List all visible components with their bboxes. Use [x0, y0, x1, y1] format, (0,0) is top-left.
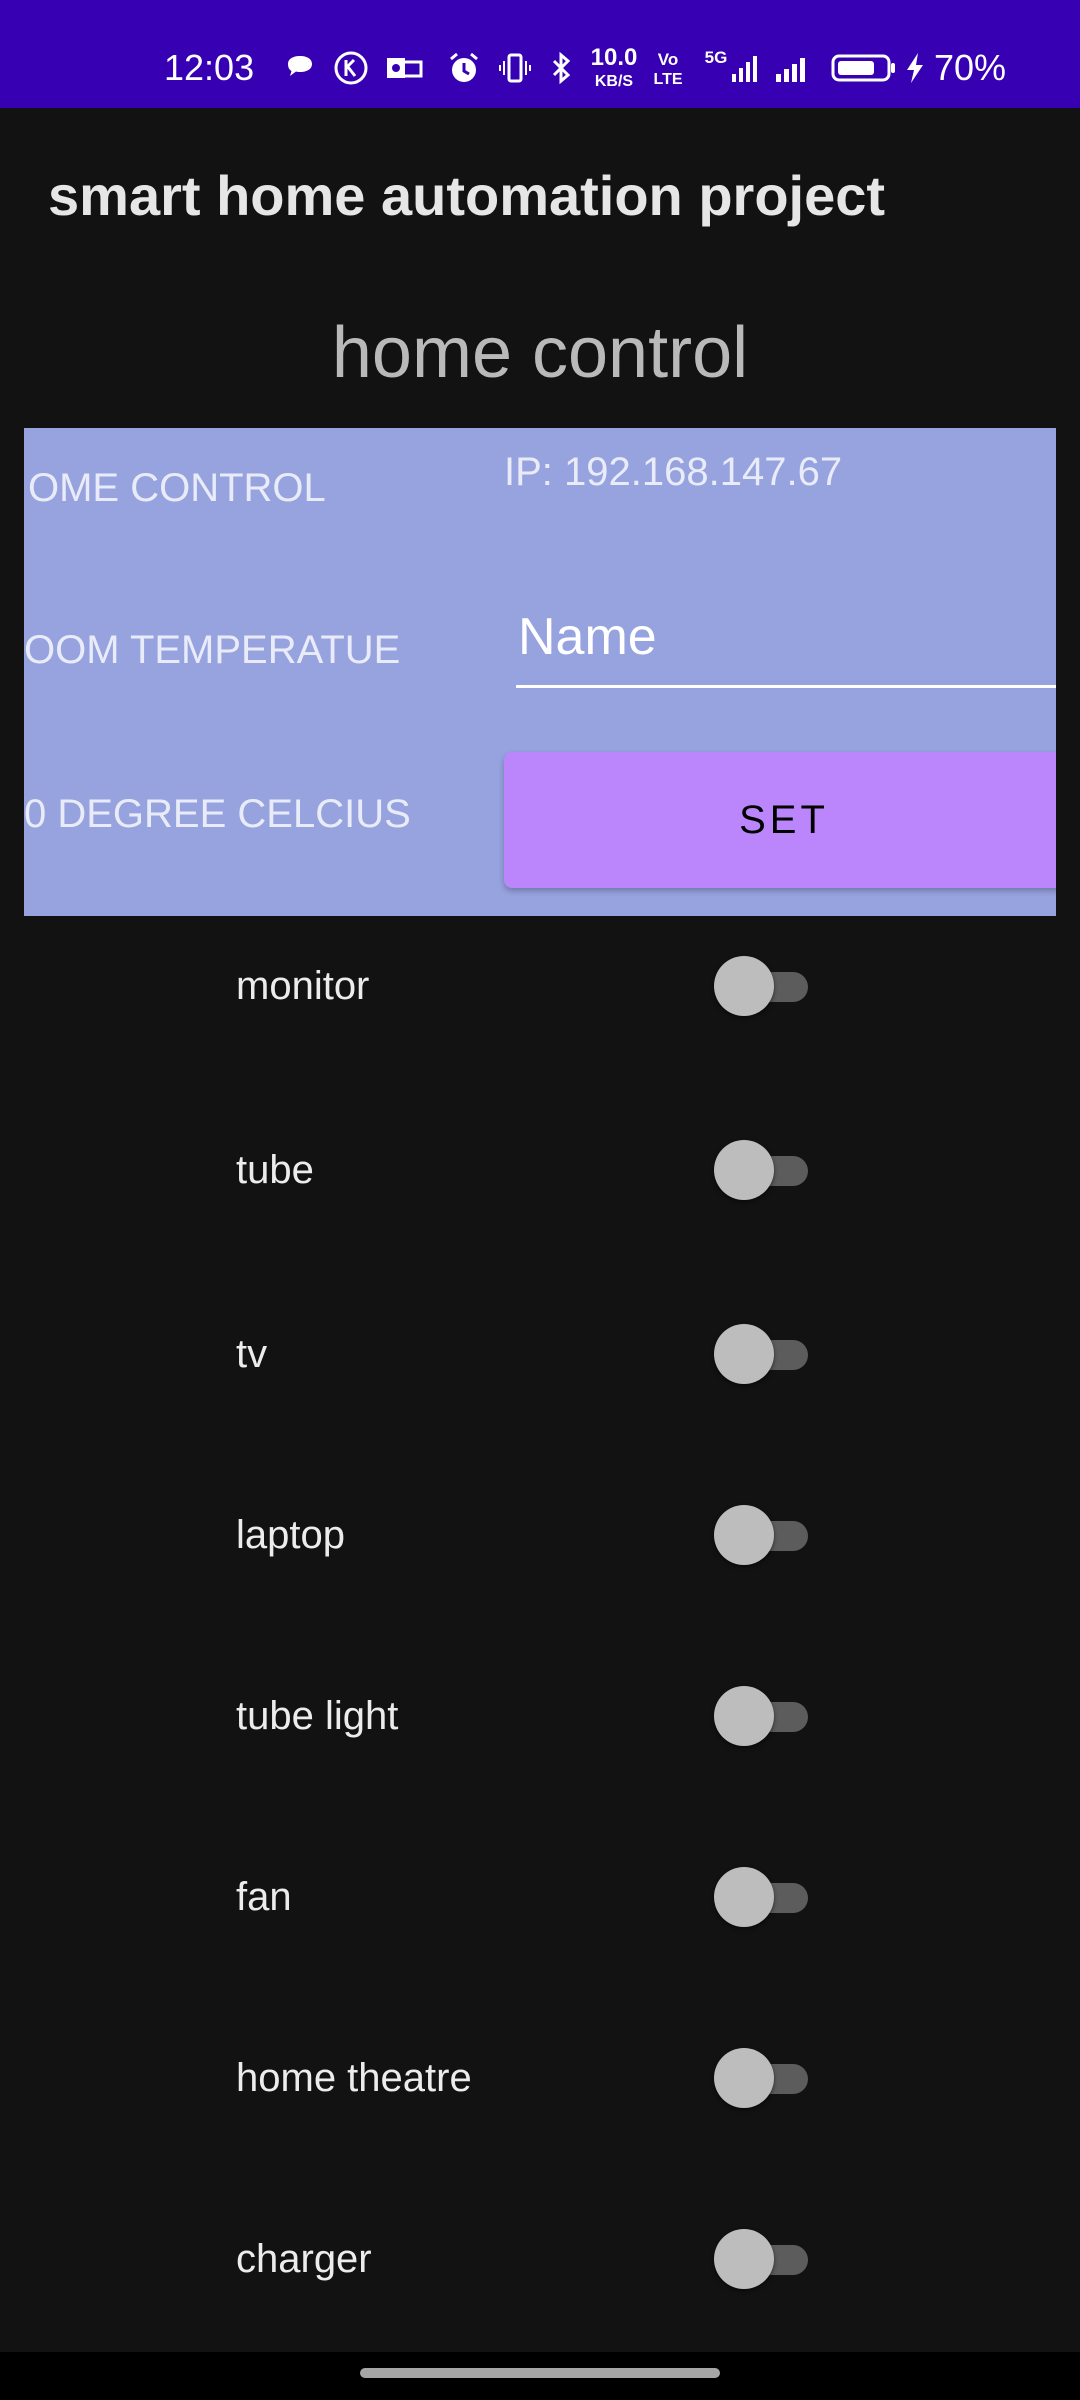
device-row-home-theatre: home theatre	[0, 2018, 1080, 2138]
app-title: smart home automation project	[48, 164, 886, 227]
device-label: monitor	[236, 964, 370, 1008]
signal-icon	[728, 50, 762, 86]
net-speed-unit: KB/S	[594, 73, 634, 90]
volte-top: Vo	[657, 50, 679, 69]
status-bar: 12:03 10.0 KB/S Vo LTE 5G 70%	[0, 0, 1080, 108]
name-input[interactable]	[516, 588, 1056, 688]
alarm-icon	[446, 50, 482, 86]
volte-bottom: LTE	[653, 71, 683, 88]
tv-switch[interactable]	[714, 1324, 810, 1384]
device-row-tube: tube	[0, 1110, 1080, 1230]
set-button[interactable]: SET	[504, 752, 1056, 888]
device-label: charger	[236, 2237, 372, 2281]
device-row-monitor: monitor	[0, 926, 1080, 1046]
charger-switch[interactable]	[714, 2229, 810, 2289]
ip-address: IP: 192.168.147.67	[504, 450, 843, 494]
switch-thumb	[714, 1505, 774, 1565]
monitor-switch[interactable]	[714, 956, 810, 1016]
chat-bubble-icon	[282, 50, 318, 86]
room-temperature-label: OOM TEMPERATUE	[24, 628, 401, 672]
status-time: 12:03	[164, 47, 255, 88]
vibrate-icon	[498, 50, 532, 86]
home-gesture-handle[interactable]	[360, 2368, 720, 2378]
tube-switch[interactable]	[714, 1140, 810, 1200]
device-label: tube light	[236, 1694, 399, 1738]
net-speed-value: 10.0	[590, 44, 638, 71]
device-row-fan: fan	[0, 1837, 1080, 1957]
switch-thumb	[714, 1867, 774, 1927]
device-row-tv: tv	[0, 1294, 1080, 1414]
home-control-label: OME CONTROL	[28, 466, 326, 510]
switch-thumb	[714, 2048, 774, 2108]
battery-icon	[830, 50, 898, 86]
battery-percent: 70%	[934, 47, 1007, 88]
tube-light-switch[interactable]	[714, 1686, 810, 1746]
section-title: home control	[331, 313, 749, 393]
signal-icon	[772, 50, 812, 86]
device-label: home theatre	[236, 2056, 472, 2100]
control-panel: OME CONTROL IP: 192.168.147.67 OOM TEMPE…	[24, 428, 1056, 916]
device-row-laptop: laptop	[0, 1475, 1080, 1595]
fan-switch[interactable]	[714, 1867, 810, 1927]
device-label: laptop	[236, 1513, 345, 1557]
switch-thumb	[714, 1324, 774, 1384]
device-label: fan	[236, 1875, 292, 1919]
laptop-switch[interactable]	[714, 1505, 810, 1565]
device-row-charger: charger	[0, 2199, 1080, 2319]
bluetooth-icon	[544, 50, 578, 86]
switch-thumb	[714, 1686, 774, 1746]
navigation-bar	[0, 2352, 1080, 2400]
k-app-icon	[332, 50, 370, 86]
device-label: tv	[236, 1332, 268, 1376]
degree-celcius-label: 0 DEGREE CELCIUS	[24, 792, 411, 836]
switch-thumb	[714, 956, 774, 1016]
outlook-icon	[384, 50, 424, 86]
device-label: tube	[236, 1148, 314, 1192]
switch-thumb	[714, 2229, 774, 2289]
charging-icon	[902, 50, 928, 86]
home-theatre-switch[interactable]	[714, 2048, 810, 2108]
switch-thumb	[714, 1140, 774, 1200]
device-row-tube-light: tube light	[0, 1656, 1080, 1776]
